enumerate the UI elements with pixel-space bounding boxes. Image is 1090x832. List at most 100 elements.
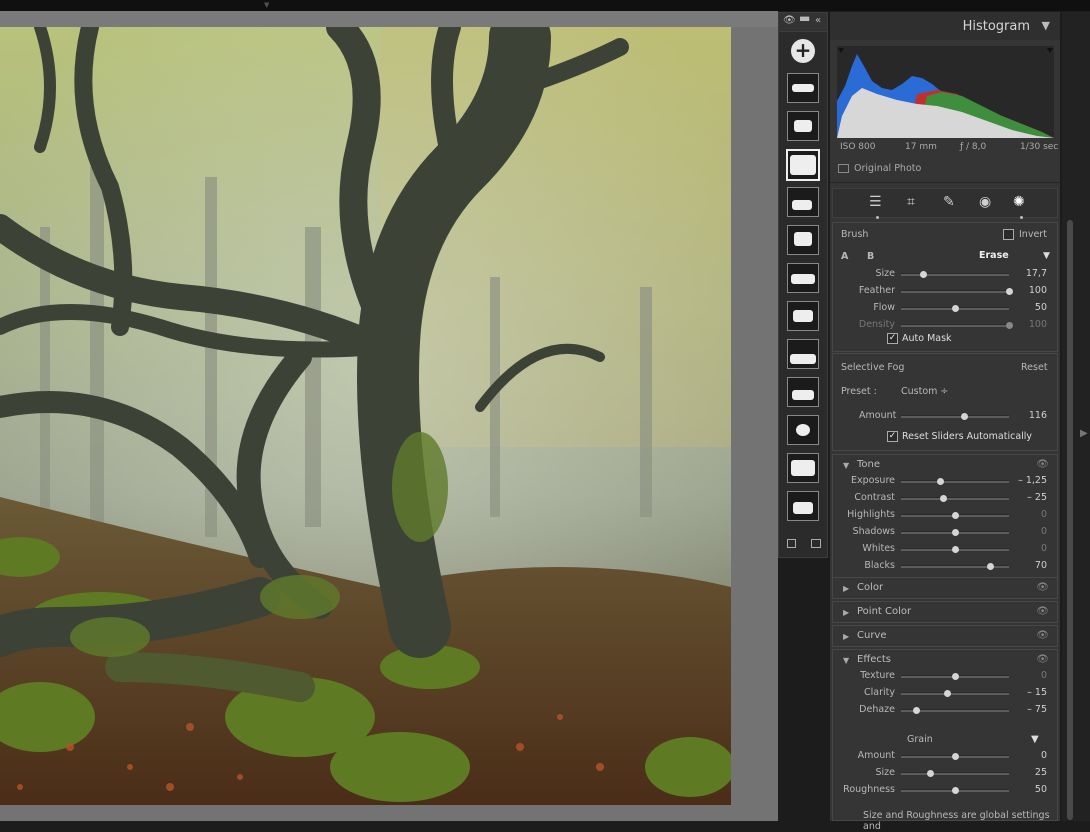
photo-preview[interactable] — [0, 27, 731, 805]
active-dot — [876, 216, 879, 219]
slider-value[interactable]: 50 — [1017, 784, 1047, 795]
mask-thumbnail[interactable] — [787, 111, 819, 141]
mask-thumbnail[interactable] — [787, 339, 819, 369]
mask-thumbnail[interactable] — [787, 301, 819, 331]
original-photo-checkbox[interactable] — [838, 164, 849, 173]
add-mask-button[interactable]: + — [791, 39, 815, 63]
slider-value[interactable]: 0 — [1017, 509, 1047, 520]
slider-knob[interactable] — [986, 563, 994, 570]
slider-value[interactable]: 17,7 — [1017, 268, 1047, 279]
tone-title[interactable]: Tone — [857, 459, 880, 470]
mask-thumbnail[interactable] — [787, 73, 819, 103]
slider-track[interactable] — [901, 772, 1009, 775]
slider-track[interactable] — [901, 324, 1009, 327]
healing-icon[interactable]: ✎ — [943, 194, 955, 210]
masking-icon[interactable]: ✺ — [1013, 194, 1025, 210]
histogram-header[interactable]: Histogram ▼ — [830, 12, 1060, 40]
expanded-icon[interactable]: ▼ — [843, 461, 849, 470]
mask-thumbnail[interactable] — [787, 187, 819, 217]
slider-value[interactable]: 25 — [1017, 767, 1047, 778]
mask-thumbnail[interactable] — [786, 149, 820, 181]
reset-button[interactable]: Reset — [1021, 362, 1048, 373]
preset-select[interactable]: Custom ÷ — [901, 386, 948, 397]
auto-mask-checkbox[interactable]: ✓ — [887, 333, 898, 344]
crop-icon[interactable]: ⌗ — [907, 194, 915, 210]
mask-thumbnail[interactable] — [787, 415, 819, 445]
slider-knob[interactable] — [952, 673, 959, 680]
brush-menu-icon[interactable]: ▼ — [1043, 251, 1050, 261]
slider-value[interactable]: – 75 — [1017, 704, 1047, 715]
panel-scrollbar[interactable]: ▶ — [1062, 12, 1090, 821]
slider-value[interactable]: 0 — [1017, 670, 1047, 681]
amount-value[interactable]: 116 — [1017, 410, 1047, 421]
eye-icon[interactable]: 👁 — [783, 15, 796, 26]
color-section[interactable]: ▶ Color 👁 — [832, 577, 1058, 599]
slider-value[interactable]: 70 — [1017, 560, 1047, 571]
slider-track[interactable] — [901, 497, 1009, 500]
amount-slider-track[interactable] — [901, 415, 1009, 418]
slider-value[interactable]: – 15 — [1017, 687, 1047, 698]
mask-thumbnail[interactable] — [787, 377, 819, 407]
eye-icon[interactable]: 👁 — [1036, 654, 1049, 665]
curve-section[interactable]: ▶ Curve 👁 — [832, 625, 1058, 647]
overlay-settings-icon[interactable] — [811, 539, 821, 548]
reset-sliders-checkbox[interactable]: ✓ — [887, 431, 898, 442]
slider-knob[interactable] — [913, 707, 921, 714]
mask-thumbnail[interactable] — [787, 491, 819, 521]
invert-checkbox[interactable] — [1003, 229, 1014, 240]
slider-value[interactable]: 100 — [1017, 319, 1047, 330]
effects-title[interactable]: Effects — [857, 654, 891, 665]
red-eye-icon[interactable]: ◉ — [979, 194, 991, 210]
slider-knob[interactable] — [952, 753, 959, 760]
erase-button[interactable]: Erase — [979, 250, 1009, 261]
slider-knob[interactable] — [927, 770, 935, 777]
drag-handle-icon[interactable]: ▼ — [264, 1, 269, 9]
minimize-icon[interactable]: ▬ — [799, 11, 810, 25]
histogram[interactable] — [837, 46, 1054, 138]
eye-icon[interactable]: 👁 — [1036, 606, 1049, 617]
slider-knob[interactable] — [919, 271, 927, 278]
slider-knob[interactable] — [940, 495, 948, 502]
slider-track[interactable] — [901, 290, 1009, 293]
slider-knob[interactable] — [952, 546, 959, 553]
brush-b-button[interactable]: B — [867, 251, 874, 262]
eye-icon[interactable]: 👁 — [1036, 582, 1049, 593]
slider-value[interactable]: 0 — [1017, 543, 1047, 554]
slider-knob[interactable] — [952, 787, 959, 794]
collapse-icon[interactable]: « — [815, 15, 821, 26]
amount-slider-knob[interactable] — [960, 413, 968, 420]
slider-value[interactable]: 50 — [1017, 302, 1047, 313]
slider-knob[interactable] — [952, 529, 959, 536]
expand-panel-icon[interactable]: ▶ — [1080, 428, 1088, 439]
slider-value[interactable]: 0 — [1017, 526, 1047, 537]
slider-value[interactable]: 0 — [1017, 750, 1047, 761]
eye-icon[interactable]: 👁 — [1036, 459, 1049, 470]
slider-value[interactable]: 100 — [1017, 285, 1047, 296]
slider-track[interactable] — [901, 692, 1009, 695]
overlay-toggle-icon[interactable] — [787, 539, 796, 548]
slider-knob[interactable] — [952, 305, 959, 312]
original-photo-toggle[interactable]: Original Photo — [838, 163, 921, 174]
mask-thumbnail[interactable] — [787, 225, 819, 255]
brush-a-button[interactable]: A — [841, 251, 848, 262]
slider-knob[interactable] — [952, 512, 959, 519]
mask-thumbnail[interactable] — [787, 263, 819, 293]
scrollbar-thumb[interactable] — [1067, 220, 1073, 820]
edit-sliders-icon[interactable]: ☰ — [869, 194, 882, 210]
grain-menu-icon[interactable]: ▼ — [1031, 734, 1039, 745]
mask-thumbnail[interactable] — [787, 453, 819, 483]
slider-knob[interactable] — [1006, 288, 1013, 295]
slider-track[interactable] — [901, 480, 1009, 483]
slider-knob[interactable] — [944, 690, 952, 697]
eye-icon[interactable]: 👁 — [1036, 630, 1049, 641]
expanded-icon[interactable]: ▼ — [843, 656, 849, 665]
chevron-down-icon[interactable]: ▼ — [1042, 19, 1050, 32]
slider-knob[interactable] — [1006, 322, 1013, 329]
mask-shape — [793, 310, 813, 322]
point-color-section[interactable]: ▶ Point Color 👁 — [832, 601, 1058, 623]
forest-photo — [0, 27, 731, 805]
slider-track[interactable] — [901, 273, 1009, 276]
slider-knob[interactable] — [936, 478, 944, 485]
slider-value[interactable]: – 1,25 — [1017, 475, 1047, 486]
slider-value[interactable]: – 25 — [1017, 492, 1047, 503]
